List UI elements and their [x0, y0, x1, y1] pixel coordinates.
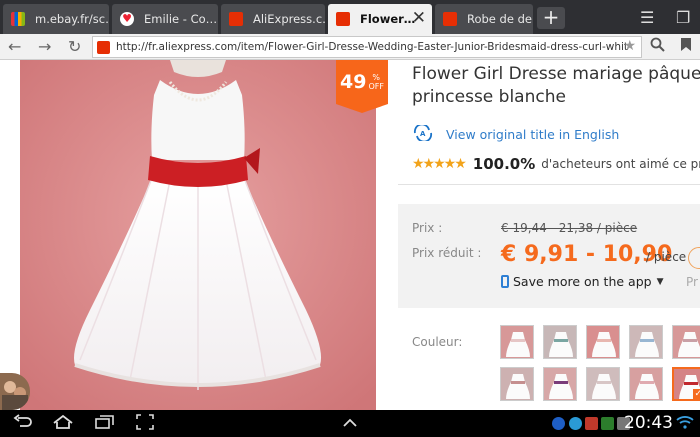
swatch-dress-thumbnail [549, 374, 573, 399]
coupon-badge[interactable] [688, 247, 700, 269]
selected-check-icon: ✓ [693, 389, 700, 399]
close-tab-icon[interactable]: ✕ [412, 10, 426, 27]
chevron-down-icon: ▼ [656, 276, 664, 287]
bookmark-star-icon[interactable]: ★ [623, 38, 636, 54]
clock: 20:43 [624, 413, 673, 433]
page-content: 49 % OFF Flower Girl Dresse mariage pâqu… [0, 60, 700, 410]
window-icon[interactable]: ❐ [676, 8, 690, 27]
tab-label: AliExpress.c… [253, 12, 325, 26]
rating-description: d'acheteurs ont aimé ce pro [541, 157, 700, 171]
forward-arrow-icon[interactable]: → [38, 37, 51, 56]
color-swatch[interactable] [500, 367, 534, 401]
screenshot-icon[interactable] [136, 414, 154, 434]
save-on-app-dropdown[interactable]: Save more on the app ▼ [501, 274, 664, 289]
swatch-dress-thumbnail [635, 374, 659, 399]
old-price: € 19,44 - 21,38 / pièce [501, 221, 638, 235]
phone-icon [501, 275, 509, 288]
rating-row: ★★★★★ 100.0% d'acheteurs ont aimé ce pro [412, 155, 700, 173]
recent-apps-icon[interactable] [94, 414, 116, 434]
translate-row: A View original title in English [412, 123, 619, 144]
search-icon[interactable] [650, 37, 665, 56]
address-bar[interactable]: http://fr.aliexpress.com/item/Flower-Gir… [92, 36, 642, 58]
tab-aliexpress[interactable]: AliExpress.c… [221, 4, 325, 34]
back-arrow-icon[interactable]: ← [8, 37, 21, 56]
rating-stars-icon: ★★★★★ [412, 156, 467, 172]
svg-text:A: A [420, 130, 426, 138]
ebay-favicon-icon [11, 12, 25, 26]
aliexpress-favicon-icon [443, 12, 457, 26]
price-unit: / pièce [646, 250, 687, 264]
tab-ebay[interactable]: m.ebay.fr/sc… [3, 4, 109, 34]
color-swatch[interactable] [543, 367, 577, 401]
browser-toolbar: ← → ↻ http://fr.aliexpress.com/item/Flow… [0, 34, 700, 60]
discount-value: 49 [340, 71, 367, 93]
color-label: Couleur: [412, 335, 463, 349]
app-s-icon [552, 417, 565, 430]
discount-percent-sign: % [372, 73, 381, 82]
title-line-1: Flower Girl Dresse mariage pâques [412, 64, 700, 84]
color-swatch[interactable] [500, 325, 534, 359]
swatch-dress-thumbnail [506, 374, 530, 399]
tab-robe[interactable]: Robe de de… [435, 4, 533, 34]
site-favicon-icon [97, 40, 110, 54]
tab-emilie[interactable]: ♥ Emilie - Co… [112, 4, 218, 34]
back-nav-icon[interactable] [12, 414, 32, 434]
reload-icon[interactable]: ↻ [68, 37, 81, 56]
rating-percent: 100.0% [472, 155, 536, 173]
chevron-up-icon[interactable] [342, 414, 358, 432]
color-swatch[interactable]: ✓ [672, 367, 700, 401]
discount-off-text: OFF [368, 82, 384, 91]
translate-icon: A [412, 123, 434, 144]
color-swatch[interactable] [629, 367, 663, 401]
heart-favicon-icon: ♥ [120, 12, 134, 26]
color-swatch[interactable] [672, 325, 700, 359]
color-swatch[interactable] [586, 325, 620, 359]
dress-illustration [20, 60, 376, 410]
bookmark-icon[interactable] [680, 37, 692, 56]
save-app-text: Save more on the app [513, 274, 652, 289]
tab-strip: m.ebay.fr/sc… ♥ Emilie - Co… AliExpress.… [0, 0, 700, 34]
url-text: http://fr.aliexpress.com/item/Flower-Gir… [116, 41, 628, 53]
color-swatch[interactable] [586, 367, 620, 401]
reduced-price-label: Prix réduit : [412, 246, 482, 260]
tab-label: Robe de de… [467, 12, 533, 26]
title-line-2: princesse blanche [412, 87, 566, 107]
discount-badge: 49 % OFF [336, 60, 388, 113]
view-original-title-link[interactable]: View original title in English [446, 127, 619, 142]
price-box: Prix : € 19,44 - 21,38 / pièce Prix rédu… [398, 204, 700, 308]
swatch-dress-thumbnail [678, 332, 700, 357]
tab-label: Flower… [360, 12, 416, 26]
swatch-dress-thumbnail [549, 332, 573, 357]
product-image[interactable] [20, 60, 376, 410]
excel-icon [601, 417, 614, 430]
aliexpress-favicon-icon [336, 12, 350, 26]
aliexpress-favicon-icon [229, 12, 243, 26]
color-swatch[interactable] [629, 325, 663, 359]
new-tab-button[interactable]: + [537, 7, 565, 29]
tab-label: Emilie - Co… [144, 12, 218, 26]
swatch-dress-thumbnail [506, 332, 530, 357]
swatch-dress-thumbnail [592, 374, 616, 399]
swatch-dress-thumbnail [592, 332, 616, 357]
discount-label: % OFF [368, 73, 384, 91]
price-fragment: Pr [686, 275, 698, 289]
swatch-dress-thumbnail [635, 332, 659, 357]
tab-list-icon[interactable]: ☰ [640, 8, 654, 27]
sync-icon [569, 417, 582, 430]
home-nav-icon[interactable] [52, 414, 74, 434]
color-swatch[interactable] [543, 325, 577, 359]
price-label: Prix : [412, 221, 443, 235]
product-title: Flower Girl Dresse mariage pâques prince… [412, 63, 700, 109]
system-navigation-bar: 20:43 [0, 410, 700, 437]
divider [398, 184, 700, 185]
office-icon [585, 417, 598, 430]
tab-flower-active[interactable]: Flower… ✕ [328, 4, 432, 34]
tab-label: m.ebay.fr/sc… [35, 12, 109, 26]
screen: m.ebay.fr/sc… ♥ Emilie - Co… AliExpress.… [0, 0, 700, 437]
wifi-icon [676, 415, 694, 433]
